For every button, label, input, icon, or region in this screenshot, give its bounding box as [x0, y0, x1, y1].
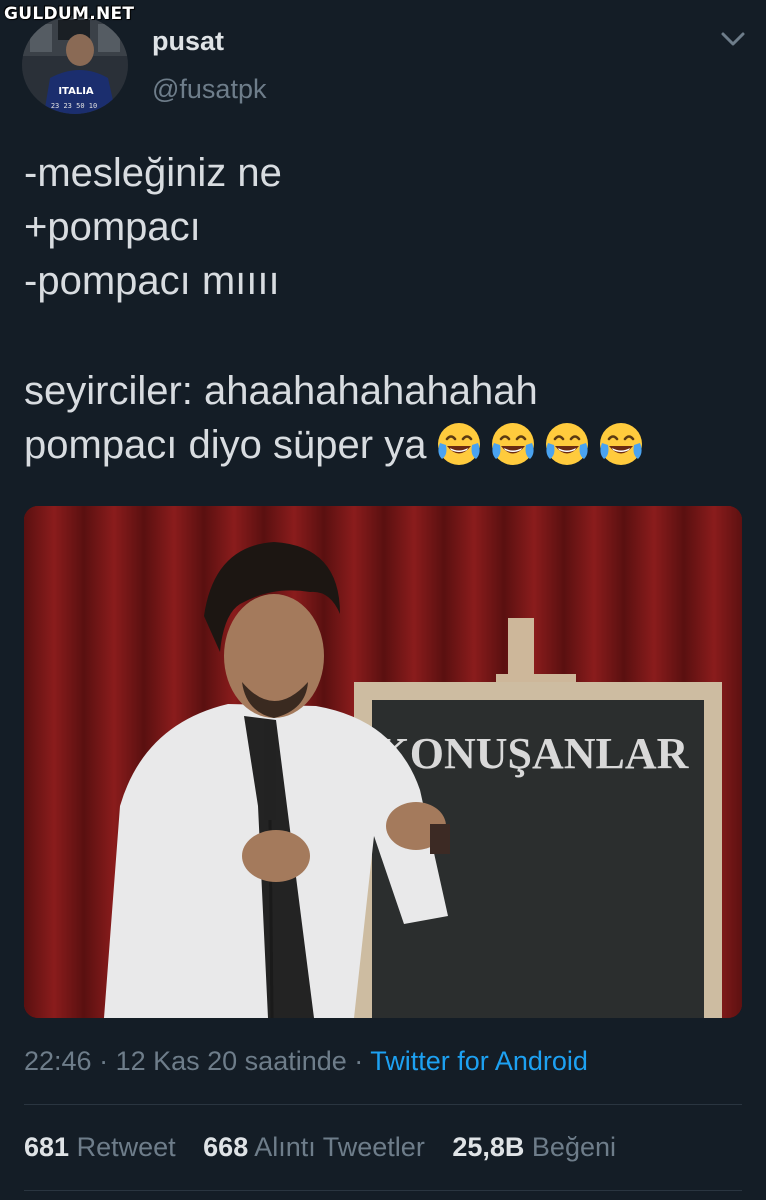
tweet-line: seyirciler: ahaahahahahahah	[24, 369, 538, 413]
retweet-label: Retweet	[76, 1132, 176, 1162]
retweet-count: 681	[24, 1132, 70, 1162]
like-label: Beğeni	[531, 1132, 616, 1162]
tweet-line: -mesleğiniz ne	[24, 151, 282, 195]
like-count: 25,8B	[452, 1132, 525, 1162]
divider	[24, 1104, 742, 1105]
face-with-tears-of-joy-icon	[546, 423, 589, 466]
quote-count: 668	[203, 1132, 249, 1162]
tweet-line: pompacı diyo süper ya	[24, 418, 744, 472]
author-handle[interactable]: @fusatpk	[152, 74, 266, 105]
site-watermark: GULDUM.NET	[4, 4, 135, 24]
like-stat[interactable]: 25,8B Beğeni	[452, 1132, 616, 1162]
divider	[24, 1190, 742, 1191]
tweet-text: -mesleğiniz ne +pompacı -pompacı mıııı s…	[24, 146, 744, 472]
quote-label: Alıntı Tweetler	[254, 1132, 425, 1162]
tweet-line: -pompacı mıııı	[24, 259, 280, 303]
svg-text:23 23 50 10: 23 23 50 10	[51, 102, 97, 110]
tweet-source-link[interactable]: Twitter for Android	[370, 1046, 588, 1076]
retweet-stat[interactable]: 681 Retweet	[24, 1132, 176, 1162]
face-with-tears-of-joy-icon	[600, 423, 643, 466]
profile-photo-icon: ITALIA 23 23 50 10	[22, 16, 128, 114]
tweet-date: 12 Kas 20 saatinde	[115, 1046, 347, 1076]
tweet-line-text: pompacı diyo süper ya	[24, 423, 427, 467]
board-text: KONUŞANLAR	[376, 729, 690, 778]
tweet-time: 22:46	[24, 1046, 92, 1076]
meta-separator: ·	[91, 1046, 116, 1076]
tweet-media-image[interactable]: KONUŞANLAR	[24, 506, 742, 1018]
emoji-group	[434, 419, 650, 475]
svg-text:ITALIA: ITALIA	[58, 86, 94, 97]
tweet-meta: 22:46 · 12 Kas 20 saatinde · Twitter for…	[24, 1046, 588, 1077]
face-with-tears-of-joy-icon	[438, 423, 481, 466]
quote-stat[interactable]: 668 Alıntı Tweetler	[203, 1132, 425, 1162]
tweet-line: +pompacı	[24, 205, 201, 249]
author-display-name[interactable]: pusat	[152, 26, 224, 57]
tweet-stats: 681 Retweet 668 Alıntı Tweetler 25,8B Be…	[24, 1132, 636, 1163]
chevron-down-icon[interactable]	[718, 26, 748, 52]
face-with-tears-of-joy-icon	[492, 423, 535, 466]
meta-separator: ·	[346, 1046, 371, 1076]
avatar[interactable]: ITALIA 23 23 50 10	[22, 16, 128, 114]
